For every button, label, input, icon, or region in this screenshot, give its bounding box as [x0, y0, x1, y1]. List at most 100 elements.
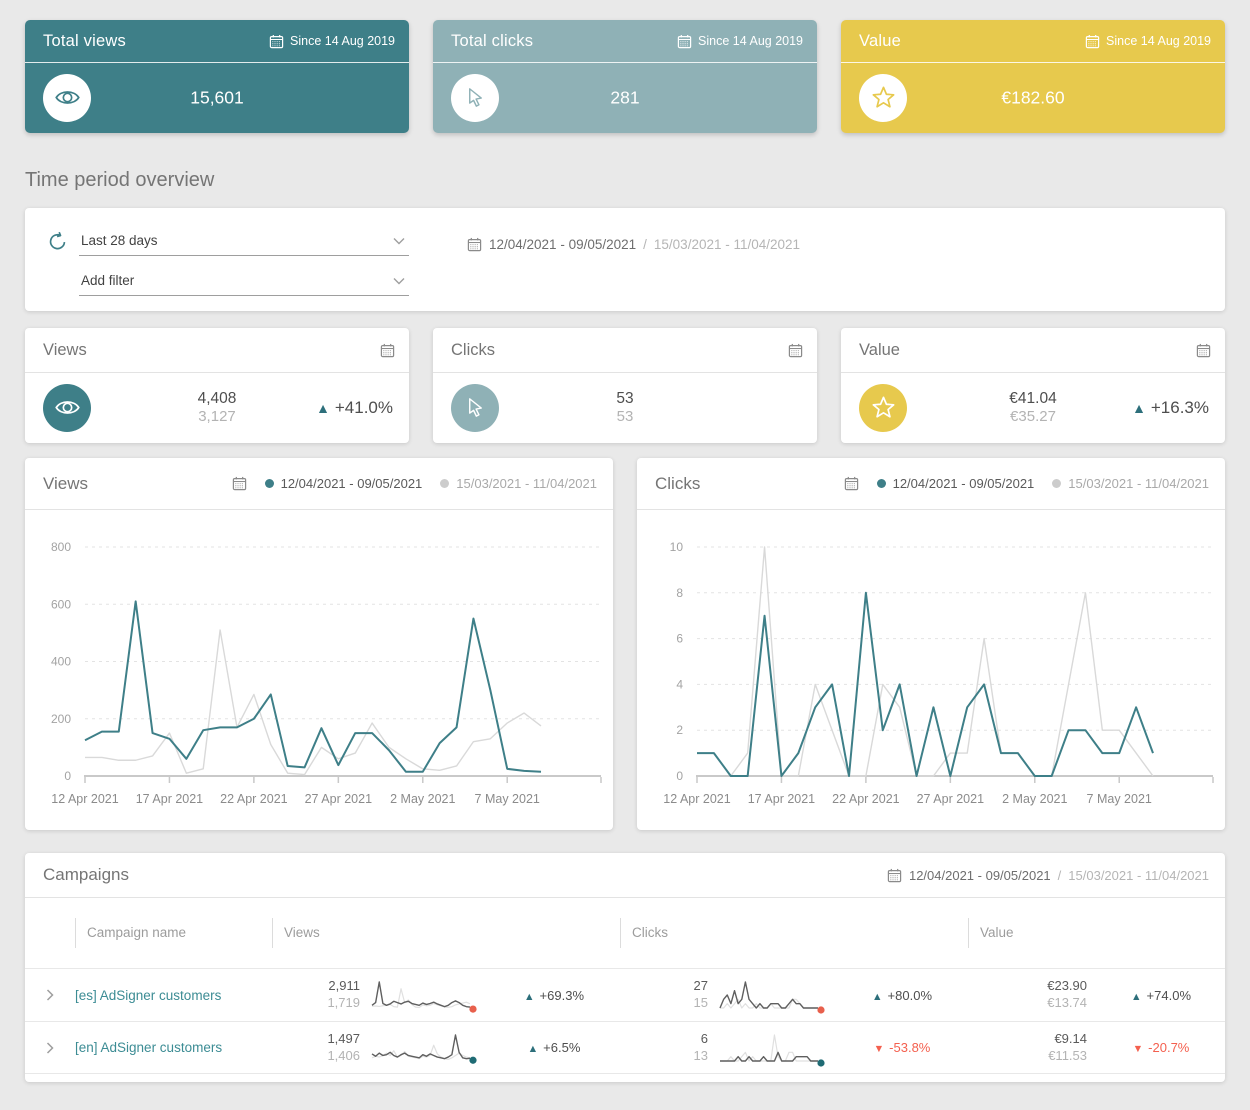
- stat-card-title: Views: [43, 340, 87, 359]
- stat-card-title: Clicks: [451, 340, 495, 359]
- views-sparkline: [371, 981, 477, 1013]
- previous-value: 53: [616, 407, 634, 425]
- value-stat-card: Value €41.04 €35.27 ▲ +16.3%: [841, 328, 1225, 443]
- stat-card-title: Value: [859, 340, 900, 359]
- svg-text:0: 0: [64, 769, 71, 783]
- svg-text:22 Apr 2021: 22 Apr 2021: [220, 792, 287, 806]
- date-range-display[interactable]: 12/04/2021 - 09/05/2021 / 15/03/2021 - 1…: [887, 868, 1209, 883]
- clicks-sparkline: [720, 1033, 825, 1067]
- legend-label: 12/04/2021 - 09/05/2021: [892, 476, 1035, 491]
- calendar-icon: [269, 34, 284, 49]
- campaigns-panel: Campaigns 12/04/2021 - 09/05/2021 / 15/0…: [25, 853, 1225, 1082]
- column-views[interactable]: Views: [272, 917, 620, 949]
- table-row: [es] AdSigner customers 2,911 1,719 ▲ +69…: [25, 968, 1225, 1021]
- table-row: [en] AdSigner customers 1,497 1,406 ▲ +6.…: [25, 1021, 1225, 1074]
- since-badge: Since 14 Aug 2019: [1085, 34, 1211, 49]
- calendar-icon[interactable]: [844, 476, 859, 491]
- add-filter-value: Add filter: [81, 273, 135, 288]
- clicks-sparkline: [719, 981, 825, 1014]
- calendar-icon[interactable]: [788, 343, 803, 358]
- calendar-icon[interactable]: [232, 476, 247, 491]
- views-stat-card: Views 4,408 3,127 ▲ +41.0%: [25, 328, 409, 443]
- filter-controls: Last 28 days Add filter: [47, 228, 419, 296]
- add-filter-select[interactable]: Add filter: [79, 268, 409, 296]
- current-date-range: 12/04/2021 - 09/05/2021: [908, 867, 1051, 883]
- campaigns-title: Campaigns: [43, 865, 129, 884]
- clicks-metric: 27 15 ▲ +80.0%: [620, 975, 968, 1015]
- current-value: 53: [616, 389, 634, 407]
- svg-text:800: 800: [51, 540, 71, 554]
- svg-text:17 Apr 2021: 17 Apr 2021: [748, 792, 815, 806]
- legend-previous[interactable]: 15/03/2021 - 11/04/2021: [1052, 476, 1209, 491]
- calendar-icon[interactable]: [380, 343, 395, 358]
- views-chart-panel: Views 12/04/2021 - 09/05/2021 15/03/2021…: [25, 458, 613, 830]
- expand-row-icon[interactable]: [25, 989, 75, 1001]
- period-select-value: Last 28 days: [81, 233, 158, 248]
- campaign-link[interactable]: [en] AdSigner customers: [75, 1040, 222, 1055]
- svg-text:17 Apr 2021: 17 Apr 2021: [136, 792, 203, 806]
- legend-current[interactable]: 12/04/2021 - 09/05/2021: [264, 476, 423, 491]
- campaign-link[interactable]: [es] AdSigner customers: [75, 988, 221, 1003]
- previous-value: 15: [693, 995, 708, 1010]
- current-value: €23.90: [1047, 978, 1087, 994]
- calendar-icon[interactable]: [1196, 343, 1211, 358]
- legend-current[interactable]: 12/04/2021 - 09/05/2021: [876, 476, 1035, 491]
- date-range-separator: /: [1057, 867, 1062, 883]
- views-metric: 1,497 1,406 ▲ +6.5%: [272, 1028, 620, 1068]
- card-title: Value: [859, 31, 901, 50]
- svg-text:8: 8: [676, 586, 683, 600]
- since-badge: Since 14 Aug 2019: [269, 34, 395, 49]
- previous-value: 13: [693, 1047, 708, 1063]
- card-header: Total views Since 14 Aug 2019: [25, 20, 409, 63]
- svg-text:10: 10: [670, 540, 684, 554]
- column-value[interactable]: Value: [968, 917, 1225, 949]
- svg-text:2 May 2021: 2 May 2021: [390, 792, 455, 806]
- current-value: 27: [693, 978, 708, 994]
- current-value: 6: [700, 1030, 708, 1046]
- since-badge: Since 14 Aug 2019: [677, 34, 803, 49]
- views-metric: 2,911 1,719 ▲ +69.3%: [272, 975, 620, 1015]
- legend-label: 12/04/2021 - 09/05/2021: [280, 476, 423, 491]
- delta-badge: ▲ +80.0%: [871, 987, 932, 1003]
- chevron-down-icon: [393, 233, 405, 248]
- legend-dot: [1052, 479, 1062, 488]
- expand-row-icon[interactable]: [25, 1041, 75, 1054]
- column-campaign-name[interactable]: Campaign name: [75, 917, 272, 949]
- views-line-chart: 0 200 400 600 800 12 Apr 2021 17 Apr 2021 22 Ap…: [51, 540, 602, 806]
- svg-text:7 May 2021: 7 May 2021: [1087, 792, 1152, 806]
- since-badge-label: Since 14 Aug 2019: [290, 34, 395, 48]
- summary-cards-row: Total views Since 14 Aug 2019 15,601 Tot…: [25, 20, 1225, 133]
- legend-dot: [876, 479, 886, 488]
- current-value: 1,497: [327, 1030, 360, 1046]
- clicks-line-chart: 0 2 4 6 8 10 12 Apr 2021 17 Apr 2021 22 Apr 2021…: [663, 540, 1214, 806]
- refresh-icon[interactable]: [47, 231, 69, 253]
- svg-text:400: 400: [51, 655, 71, 669]
- card-body: 15,601: [25, 63, 409, 132]
- value-metric: €9.14 €11.53 ▼ -20.7%: [968, 1031, 1225, 1065]
- calendar-icon: [467, 237, 482, 252]
- date-range-display[interactable]: 12/04/2021 - 09/05/2021 / 15/03/2021 - 1…: [467, 228, 800, 252]
- previous-value: €13.74: [1047, 995, 1087, 1010]
- svg-text:4: 4: [676, 677, 683, 691]
- stat-cards-row: Views 4,408 3,127 ▲ +41.0% Clicks 53 53 …: [25, 328, 1225, 443]
- current-value: 2,911: [328, 978, 360, 994]
- period-select[interactable]: Last 28 days: [79, 228, 409, 256]
- svg-text:7 May 2021: 7 May 2021: [475, 792, 540, 806]
- delta-badge: ▲ +6.5%: [527, 1040, 581, 1055]
- current-value: €9.14: [1054, 1030, 1087, 1046]
- calendar-icon: [887, 868, 902, 883]
- previous-date-range: 15/03/2021 - 11/04/2021: [653, 237, 801, 252]
- clicks-chart-panel: Clicks 12/04/2021 - 09/05/2021 15/03/202…: [637, 458, 1225, 830]
- card-value: 281: [610, 87, 640, 107]
- calendar-icon: [677, 34, 692, 49]
- table-header: Campaign name Views Clicks Value: [25, 898, 1225, 968]
- charts-row: Views 12/04/2021 - 09/05/2021 15/03/2021…: [25, 458, 1225, 830]
- svg-text:22 Apr 2021: 22 Apr 2021: [832, 792, 899, 806]
- total-value-card: Value Since 14 Aug 2019 €182.60: [841, 20, 1225, 133]
- card-title: Total clicks: [451, 31, 534, 50]
- previous-value: 1,406: [327, 1047, 360, 1063]
- value-metric: €23.90 €13.74 ▲ +74.0%: [968, 978, 1225, 1012]
- chart-title: Clicks: [655, 473, 701, 493]
- column-clicks[interactable]: Clicks: [620, 917, 968, 949]
- legend-previous[interactable]: 15/03/2021 - 11/04/2021: [440, 476, 597, 491]
